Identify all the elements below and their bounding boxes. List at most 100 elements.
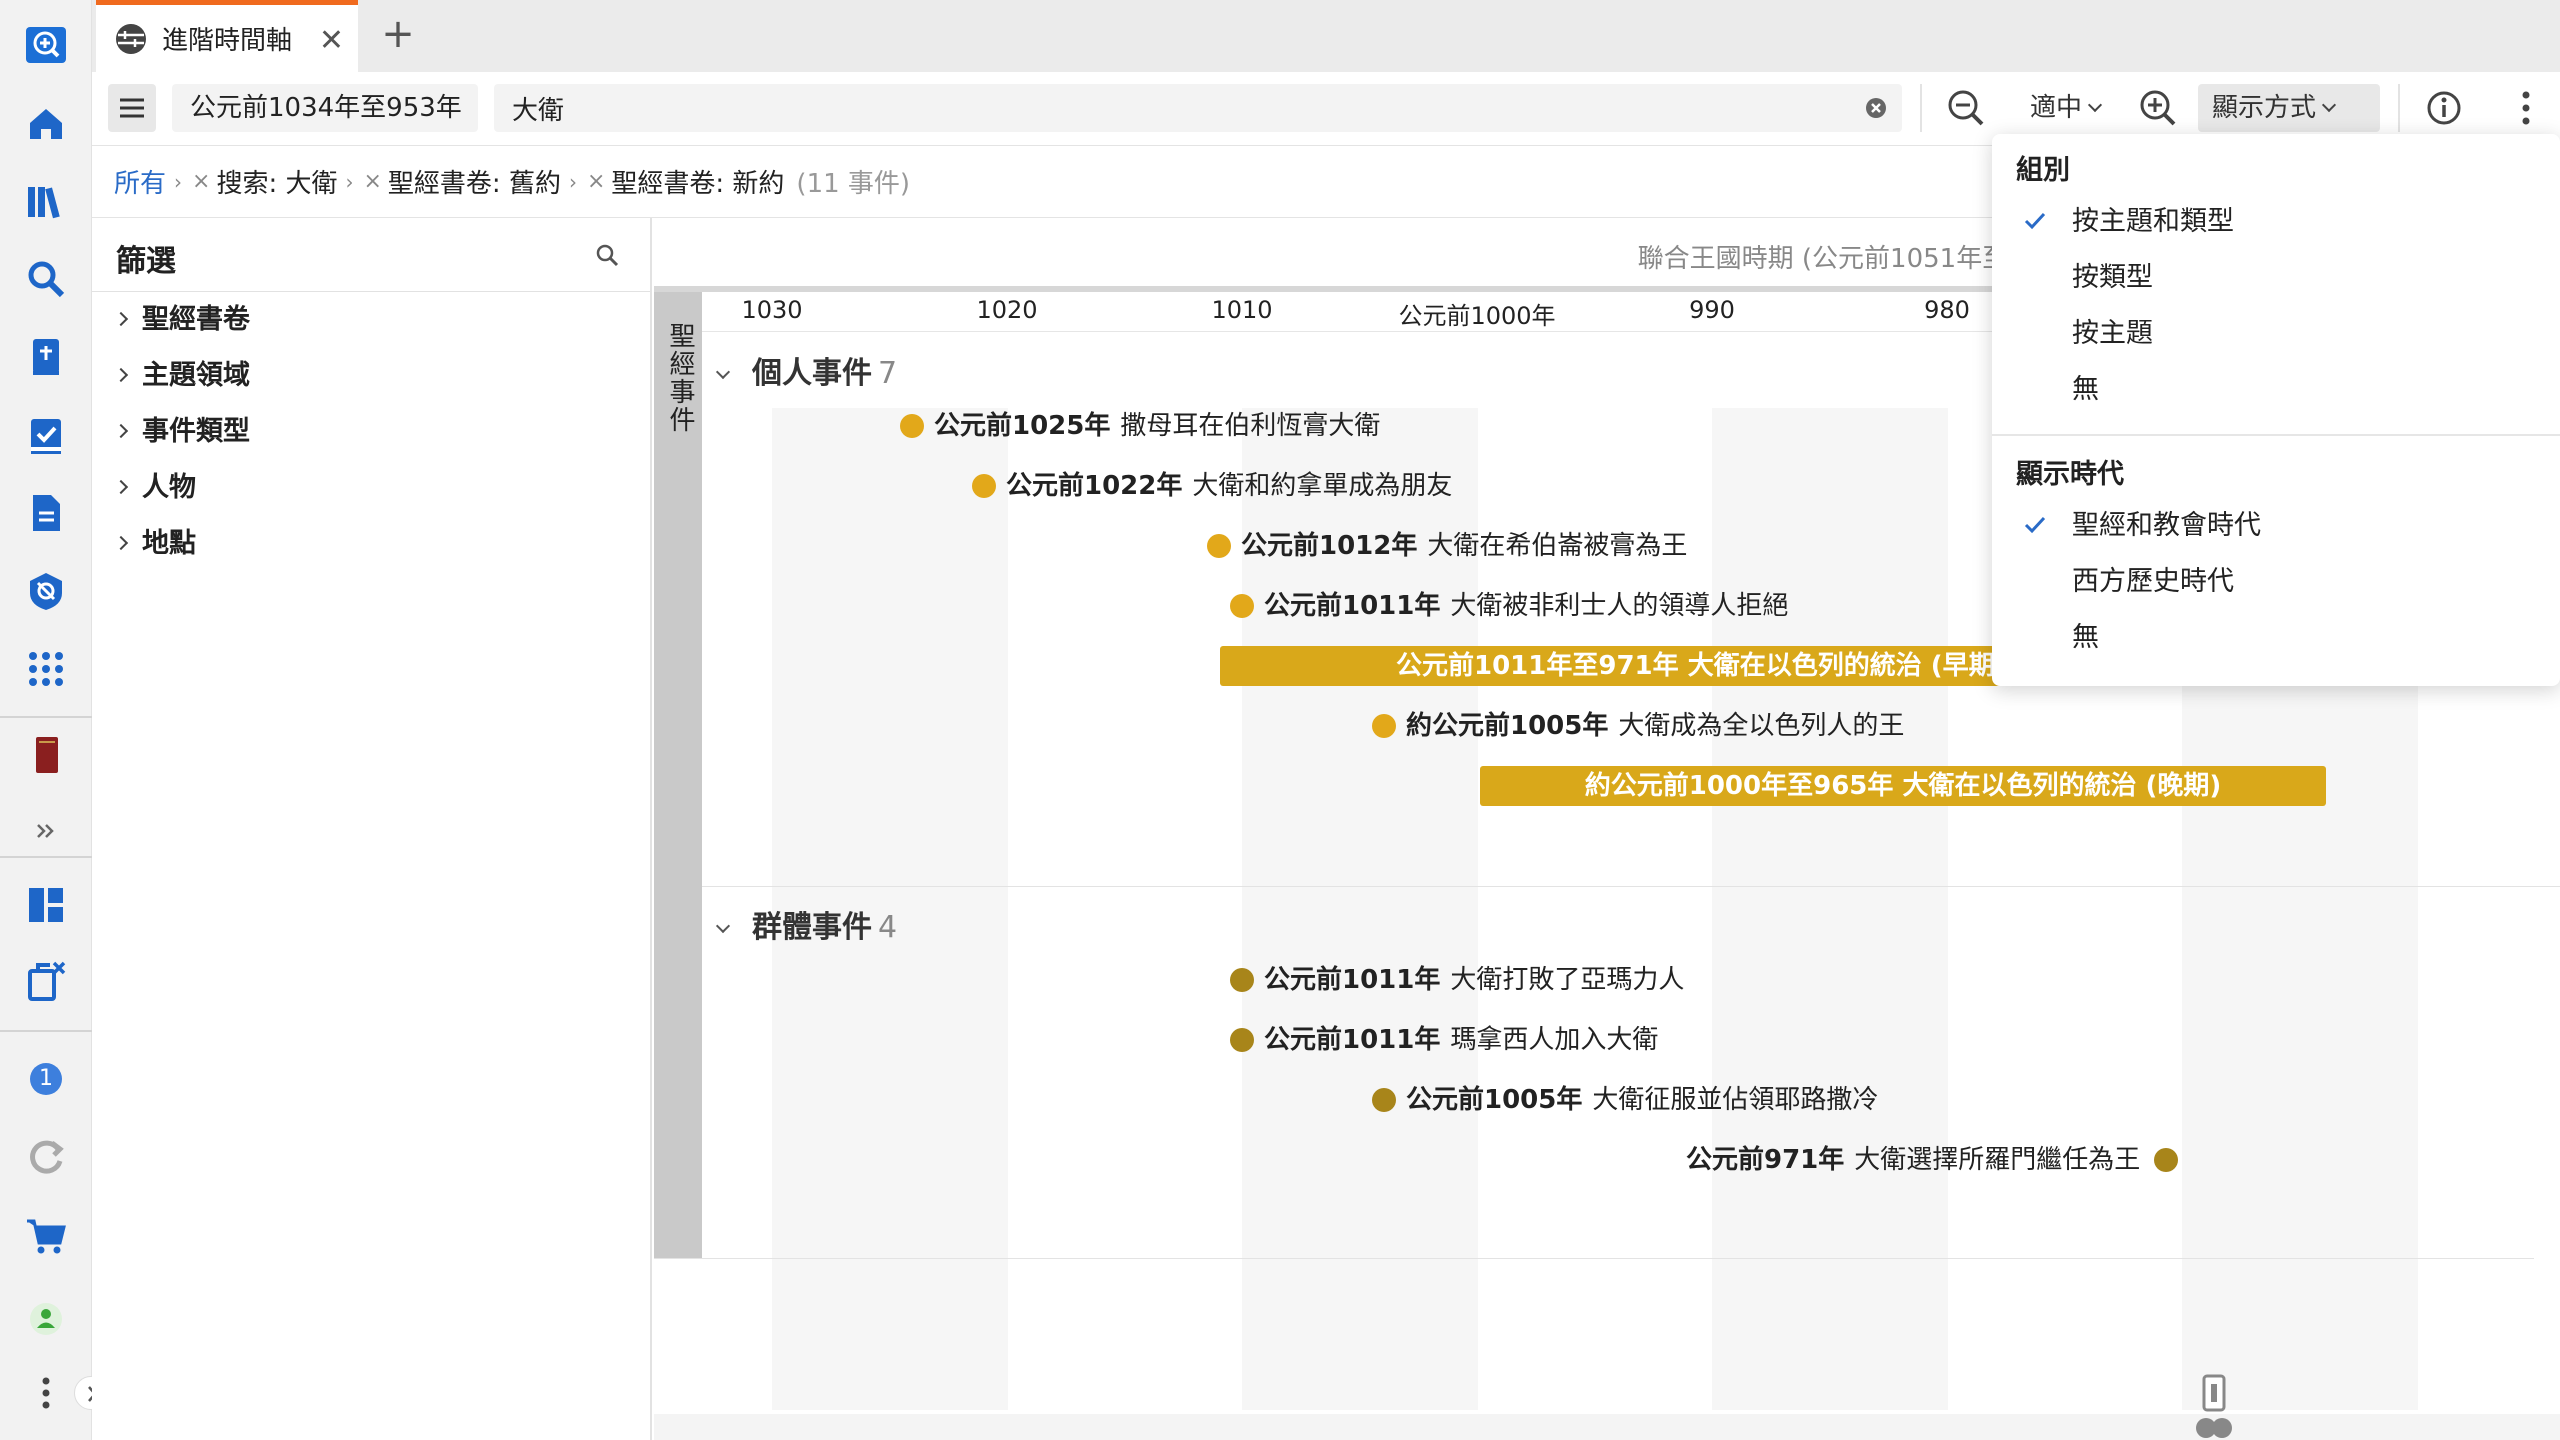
event-text: 大衛打敗了亞瑪力人 xyxy=(1450,965,1685,995)
category-side-label: 聖經事件 xyxy=(654,292,702,1258)
bible-add-icon[interactable] xyxy=(23,334,69,380)
group-divider xyxy=(702,886,2560,887)
search-icon[interactable] xyxy=(23,256,69,302)
layout-icon[interactable] xyxy=(23,882,69,928)
cart-icon[interactable] xyxy=(23,1212,69,1258)
event-dot xyxy=(1230,1028,1254,1052)
more-icon[interactable] xyxy=(23,1370,69,1416)
add-tab-button[interactable]: + xyxy=(378,14,418,54)
menu-button[interactable] xyxy=(108,84,156,132)
breadcrumb-filter[interactable]: 搜索: 大衛 xyxy=(216,163,337,200)
more-options-icon[interactable] xyxy=(2504,86,2548,130)
home-icon[interactable] xyxy=(23,100,69,146)
display-mode-label: 顯示方式 xyxy=(2212,93,2317,123)
library-icon[interactable] xyxy=(23,178,69,224)
overview-strip[interactable] xyxy=(654,1414,2560,1440)
filter-search-icon[interactable] xyxy=(594,242,620,268)
menu-item-by-topic[interactable]: 按主題 xyxy=(2072,314,2153,354)
zoom-level-dropdown[interactable]: 適中 xyxy=(2016,84,2124,132)
event-year: 公元前971年 xyxy=(1686,1145,1845,1175)
event-item[interactable]: 公元前1025年 撒母耳在伯利恆膏大衛 xyxy=(900,408,1380,444)
event-item[interactable]: 公元前971年 大衛選擇所羅門繼任為王 xyxy=(1686,1142,2179,1178)
event-item[interactable]: 公元前1011年 大衛打敗了亞瑪力人 xyxy=(1230,962,1684,998)
breadcrumb-filter[interactable]: 聖經書卷: 舊約 xyxy=(388,163,561,200)
breadcrumb-filter[interactable]: 聖經書卷: 新約 xyxy=(611,163,784,200)
filter-title: 篩選 xyxy=(116,244,176,279)
group-count: 4 xyxy=(878,910,898,945)
filter-item-label: 地點 xyxy=(142,528,196,559)
chevron-right-icon: › xyxy=(174,169,183,194)
menu-item-group-none[interactable]: 無 xyxy=(2072,370,2099,410)
tab-close-icon[interactable]: ✕ xyxy=(319,23,344,58)
notification-icon[interactable]: 1 xyxy=(23,1056,69,1102)
app-rail: 1 xyxy=(0,0,108,1440)
book-icon[interactable] xyxy=(23,732,69,778)
event-dot xyxy=(1230,594,1254,618)
search-plus-logo-icon[interactable] xyxy=(23,22,69,68)
sync-icon[interactable] xyxy=(23,1134,69,1180)
chevron-right-icon xyxy=(113,367,129,383)
group-title: 個人事件 xyxy=(752,356,872,391)
checklist-icon[interactable] xyxy=(23,412,69,458)
event-text: 大衛征服並佔領耶路撒冷 xyxy=(1592,1085,1879,1115)
filter-item-topics[interactable]: 主題領域 xyxy=(113,356,250,396)
event-item[interactable]: 公元前1022年 大衛和約拿單成為朋友 xyxy=(972,468,1452,504)
menu-item-biblical-era[interactable]: 聖經和教會時代 xyxy=(2072,506,2261,546)
check-icon xyxy=(2024,212,2046,230)
info-icon[interactable] xyxy=(2422,86,2466,130)
event-item[interactable]: 公元前1005年 大衛征服並佔領耶路撒冷 xyxy=(1372,1082,1878,1118)
user-icon[interactable] xyxy=(23,1296,69,1342)
event-item[interactable]: 公元前1011年 瑪拿西人加入大衛 xyxy=(1230,1022,1658,1058)
tab-advanced-timeline[interactable]: 進階時間軸 ✕ xyxy=(96,0,358,72)
menu-item-era-none[interactable]: 無 xyxy=(2072,618,2099,658)
copy-close-icon[interactable] xyxy=(23,958,69,1004)
event-year: 公元前1011年 xyxy=(1264,591,1441,621)
date-range-field[interactable]: 公元前1034年至953年 xyxy=(172,84,478,132)
expand-icon[interactable] xyxy=(23,808,69,854)
event-span-bar[interactable]: 約公元前1000年至965年 大衛在以色列的統治 (晚期) xyxy=(1480,766,2326,806)
event-year: 公元前1011年 xyxy=(1264,965,1441,995)
zoom-level-label: 適中 xyxy=(2030,93,2083,123)
timeline-scroll-handle-icon[interactable] xyxy=(2192,1374,2236,1440)
event-item[interactable]: 公元前1011年 大衛被非利士人的領導人拒絕 xyxy=(1230,588,1788,624)
menu-item-by-type[interactable]: 按類型 xyxy=(2072,258,2153,298)
menu-item-topic-and-type[interactable]: 按主題和類型 xyxy=(2072,202,2234,242)
apps-grid-icon[interactable] xyxy=(23,646,69,692)
document-icon[interactable] xyxy=(23,490,69,536)
event-item[interactable]: 公元前1012年 大衛在希伯崙被膏為王 xyxy=(1207,528,1687,564)
tab-title: 進階時間軸 xyxy=(162,26,293,56)
timeline-globe-icon xyxy=(116,23,146,54)
group-header-personal[interactable]: 個人事件 7 xyxy=(715,348,897,392)
search-input[interactable] xyxy=(512,84,1812,132)
event-dot xyxy=(972,474,996,498)
era-label[interactable]: 聯合王國時期 (公元前1051年至931年) xyxy=(654,238,2094,275)
event-dot xyxy=(1372,1088,1396,1112)
breadcrumb-root[interactable]: 所有 xyxy=(114,163,166,200)
menu-item-western-era[interactable]: 西方歷史時代 xyxy=(2072,562,2234,602)
side-label-text: 聖經事件 xyxy=(665,322,695,434)
remove-filter-icon[interactable]: × xyxy=(363,169,381,194)
remove-filter-icon[interactable]: × xyxy=(192,169,210,194)
filter-item-books[interactable]: 聖經書卷 xyxy=(113,300,250,340)
clear-search-icon[interactable] xyxy=(1864,96,1888,120)
zoom-out-icon[interactable] xyxy=(1944,86,1988,130)
event-year: 公元前1011年 xyxy=(1264,1025,1441,1055)
filter-item-event-types[interactable]: 事件類型 xyxy=(113,412,250,452)
remove-filter-icon[interactable]: × xyxy=(587,169,605,194)
search-field[interactable] xyxy=(494,84,1902,132)
tick-label: 1020 xyxy=(976,296,1038,324)
filter-item-label: 主題領域 xyxy=(142,360,250,391)
menu-header-grouping: 組別 xyxy=(2016,155,2070,186)
event-count: (11 事件) xyxy=(796,169,911,199)
chevron-right-icon: › xyxy=(568,169,577,194)
event-item[interactable]: 約公元前1005年 大衛成為全以色列人的王 xyxy=(1372,708,1904,744)
display-mode-dropdown[interactable]: 顯示方式 xyxy=(2198,84,2380,132)
group-header-group[interactable]: 群體事件 4 xyxy=(715,902,898,946)
chevron-down-icon xyxy=(2321,97,2337,113)
event-year: 公元前1012年 xyxy=(1241,531,1418,561)
zoom-in-icon[interactable] xyxy=(2136,86,2180,130)
filter-item-places[interactable]: 地點 xyxy=(113,524,196,564)
filter-item-people[interactable]: 人物 xyxy=(113,468,196,508)
shield-eye-icon[interactable] xyxy=(23,568,69,614)
filter-item-label: 人物 xyxy=(142,472,196,503)
